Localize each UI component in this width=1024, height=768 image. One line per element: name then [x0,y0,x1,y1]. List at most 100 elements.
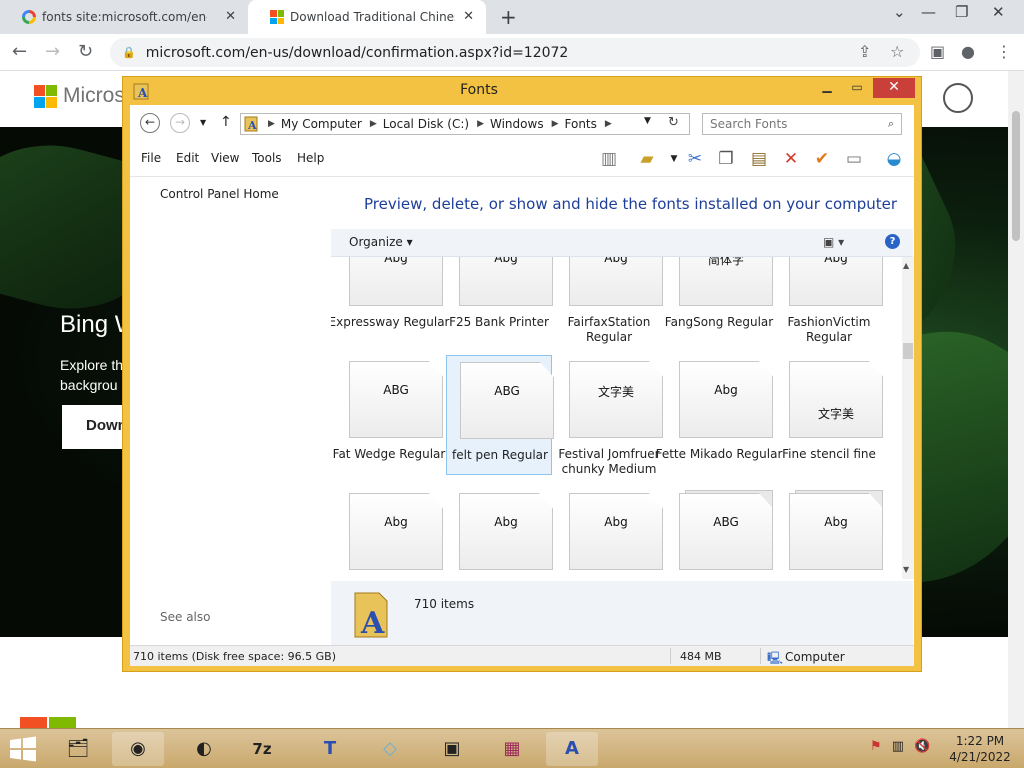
breadcrumb-windows[interactable]: Windows [490,117,544,131]
menu-help[interactable]: Help [297,151,324,165]
scroll-up-icon[interactable]: ▲ [903,261,909,270]
taskbar-fonts-icon[interactable]: A [546,732,598,766]
font-item[interactable]: AbgFolks [776,487,883,579]
windows-start-icon[interactable] [8,736,38,762]
breadcrumb-separator[interactable]: ▶ [552,119,559,129]
menu-edit[interactable]: Edit [176,151,199,165]
tab-download-page[interactable]: Download Traditional Chinese Cl ✕ [248,0,486,34]
taskbar-chrome-icon[interactable]: ◉ [112,732,164,766]
browser-tab-strip: fonts site:microsoft.com/en-us/d ✕ Downl… [0,0,1024,34]
action-center-flag-icon[interactable]: ⚑ [870,739,882,754]
menu-tools[interactable]: Tools [252,151,282,165]
tab-google-search[interactable]: fonts site:microsoft.com/en-us/d ✕ [0,0,248,34]
copy-icon[interactable]: ❐ [714,147,738,171]
new-tab-button[interactable]: + [500,5,517,29]
font-item[interactable]: ABGFlux Architect [666,487,773,579]
reload-icon[interactable]: ↻ [78,41,93,62]
forward-arrow-icon[interactable]: → [45,41,60,62]
taskbar-clock[interactable]: 1:22 PM 4/21/2022 [940,733,1020,765]
account-avatar-icon[interactable] [943,83,973,113]
breadcrumb-separator[interactable]: ▶ [477,119,484,129]
window-titlebar[interactable]: A Fonts ▁ ▭ ✕ [123,77,921,105]
font-item[interactable]: Abg Fette Mikado Regular [656,355,782,475]
profile-icon[interactable]: ● [961,42,975,61]
help-icon[interactable]: ? [885,234,900,249]
back-arrow-icon[interactable]: ← [140,113,160,133]
restore-icon[interactable]: ❐ [955,3,968,21]
folder-view-icon[interactable]: ▰ [635,147,659,171]
page-scrollbar[interactable] [1008,71,1024,728]
font-item[interactable]: 文字美 Fine stencil fine [776,355,883,475]
forward-arrow-icon[interactable]: → [170,113,190,133]
cut-icon[interactable]: ✂ [683,147,707,171]
breadcrumb-fonts[interactable]: Fonts [565,117,597,131]
back-arrow-icon[interactable]: ← [12,41,27,62]
taskbar-winrar-icon[interactable]: ▦ [486,732,538,766]
search-input[interactable]: Search Fonts ⌕ [702,113,902,135]
minimize-icon[interactable]: ▁ [813,78,841,98]
breadcrumb-local-disk[interactable]: Local Disk (C:) [383,117,469,131]
font-item[interactable]: AbgFlow Regular [556,487,663,579]
font-item[interactable]: Abg F25 Bank Printer [446,257,553,343]
side-panel-icon[interactable]: ▣ [930,42,945,61]
google-favicon-icon [22,10,36,24]
menu-file[interactable]: File [141,151,161,165]
taskbar-7zip-icon[interactable]: 7z [236,732,288,766]
clock-date: 4/21/2022 [949,750,1011,764]
change-view-button[interactable]: ▣ ▾ [823,235,844,249]
up-arrow-icon[interactable]: ↑ [220,114,232,130]
font-item[interactable]: ABG Fat Wedge Regular [333,355,445,475]
menu-view[interactable]: View [211,151,239,165]
properties-icon[interactable]: ▭ [842,147,866,171]
taskbar-notepad-icon[interactable]: ◇ [364,732,416,766]
refresh-icon[interactable]: ↻ [668,115,679,130]
address-bar[interactable]: 🔒 microsoft.com/en-us/download/confirmat… [110,38,920,67]
font-item[interactable]: 文字美 Festival Jomfruer chunky Medium [556,355,663,476]
taskbar-app-icon[interactable]: ◐ [178,732,230,766]
scrollbar-thumb[interactable] [1012,111,1020,241]
font-file-icon [349,361,443,438]
font-item[interactable]: 简体字 FangSong Regular [665,257,773,343]
font-item[interactable]: Abg FashionVictim Regular [776,257,883,344]
organize-button[interactable]: Organize ▾ [349,235,413,249]
maximize-icon[interactable]: ▭ [843,78,871,98]
menu-kebab-icon[interactable]: ⋮ [996,42,1012,61]
tab-close-icon[interactable]: ✕ [225,9,236,24]
paste-icon[interactable]: ▤ [747,147,771,171]
control-panel-home-link[interactable]: Control Panel Home [160,187,279,201]
recent-locations-chevron-icon[interactable]: ▼ [200,118,206,127]
taskbar-disk-icon[interactable]: ▣ [426,732,478,766]
network-icon[interactable]: ▥ [892,739,904,754]
layout-pane-icon[interactable]: ▥ [597,147,621,171]
shell-icon[interactable]: ◒ [882,147,906,171]
close-icon[interactable]: ✕ [873,78,915,98]
volume-muted-icon[interactable]: 🔇 [914,739,930,754]
path-breadcrumb[interactable]: A ▶ My Computer ▶ Local Disk (C:) ▶ Wind… [240,113,690,135]
breadcrumb-separator[interactable]: ▶ [370,119,377,129]
bookmark-star-icon[interactable]: ☆ [890,42,904,61]
breadcrumb-separator[interactable]: ▶ [605,119,612,129]
hero-download-button[interactable]: Down [62,405,126,449]
tab-search-icon[interactable]: ⌄ [893,3,906,21]
search-icon[interactable]: ⌕ [888,117,894,131]
address-dropdown-icon[interactable]: ▼ [644,116,651,126]
microsoft-logo-icon[interactable] [34,85,57,108]
breadcrumb-separator[interactable]: ▶ [268,119,275,129]
scrollbar-thumb[interactable] [903,343,913,359]
taskbar-file-explorer-icon[interactable]: 🗂 [52,732,104,766]
taskbar-font-editor-icon[interactable]: T [304,732,356,766]
font-item[interactable]: ABG felt pen Regular [446,355,554,475]
checkmark-icon[interactable]: ✔ [810,147,834,171]
font-item[interactable]: Abg FairfaxStation Regular [556,257,663,344]
tab-close-icon[interactable]: ✕ [463,9,474,24]
font-item[interactable]: AbgFixedsys Regular [336,487,443,579]
scroll-down-icon[interactable]: ▼ [903,565,909,574]
grid-scrollbar[interactable]: ▲ ▼ [902,257,914,579]
breadcrumb-my-computer[interactable]: My Computer [281,117,362,131]
minimize-icon[interactable]: — [921,3,936,21]
share-icon[interactable]: ⇪ [858,42,871,61]
close-window-icon[interactable]: ✕ [992,3,1005,21]
delete-icon[interactable]: ✕ [779,147,803,171]
font-item[interactable]: Abg Expressway Regular [331,257,449,343]
font-item[interactable]: AbgFixxed Regular [446,487,553,579]
